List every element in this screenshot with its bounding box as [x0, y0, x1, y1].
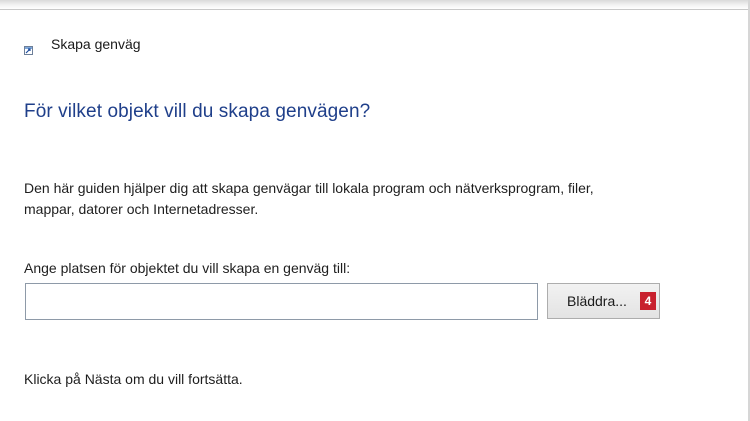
dialog-title-text: Skapa genväg — [51, 36, 141, 52]
step-badge: 4 — [640, 292, 656, 310]
create-shortcut-dialog: Skapa genväg För vilket objekt vill du s… — [0, 0, 750, 421]
page-heading: För vilket objekt vill du skapa genvägen… — [24, 101, 371, 122]
window-top-edge — [0, 0, 750, 10]
dialog-title: Skapa genväg — [24, 34, 141, 55]
intro-line-2: mappar, datorer och Internetadresser. — [24, 201, 259, 217]
location-input[interactable] — [25, 283, 538, 320]
location-label: Ange platsen för objektet du vill skapa … — [24, 260, 351, 276]
intro-text: Den här guiden hjälper dig att skapa gen… — [24, 178, 724, 220]
shortcut-icon — [24, 42, 33, 55]
continue-hint: Klicka på Nästa om du vill fortsätta. — [24, 371, 243, 387]
intro-line-1: Den här guiden hjälper dig att skapa gen… — [24, 180, 594, 196]
